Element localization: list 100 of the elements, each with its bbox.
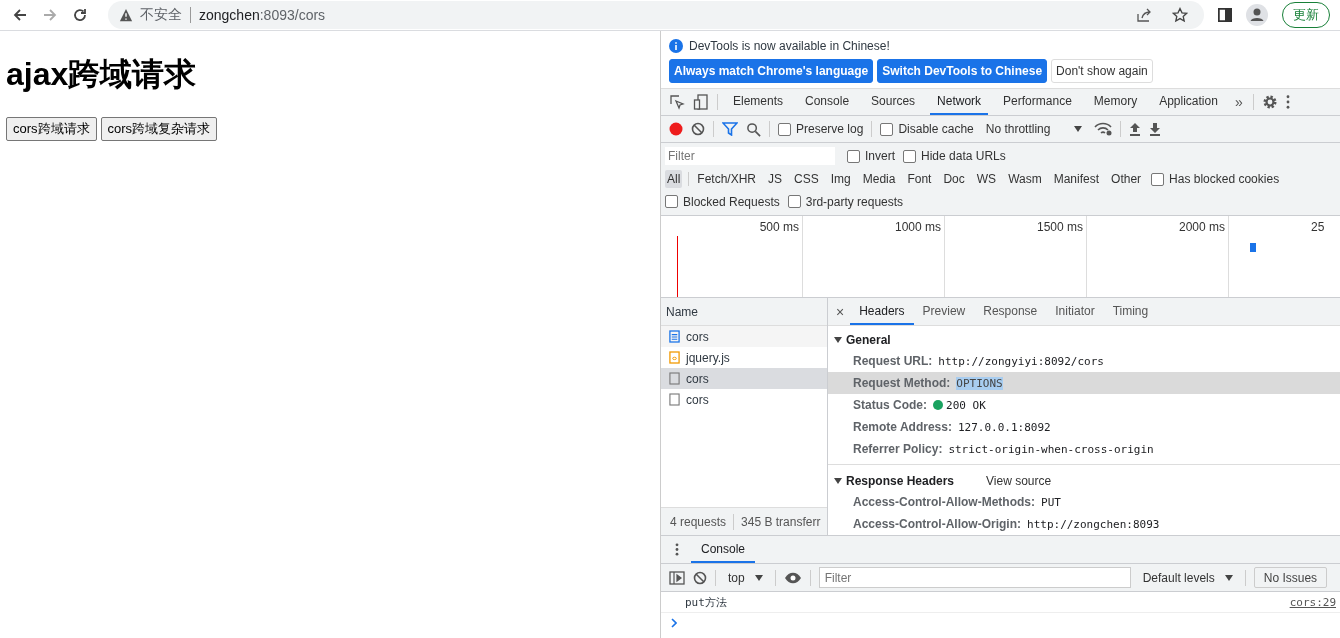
side-panel-icon[interactable] (1218, 8, 1232, 22)
resource-type-filter[interactable]: Wasm (1006, 170, 1044, 188)
header-value: 127.0.0.1:8092 (957, 420, 1051, 434)
panel-tab[interactable]: Memory (1086, 89, 1145, 115)
header-value: PUT (1041, 495, 1061, 509)
upload-icon[interactable] (1129, 122, 1142, 136)
view-source-link[interactable]: View source (986, 474, 1052, 488)
star-icon[interactable] (1172, 7, 1188, 23)
resource-type-filter[interactable]: Doc (941, 170, 967, 188)
detail-tab[interactable]: Preview (913, 298, 975, 325)
update-button[interactable]: 更新 (1282, 2, 1330, 28)
section-title[interactable]: General (846, 333, 891, 347)
time-tick-label: 500 ms (759, 220, 799, 234)
section-title[interactable]: Response Headers (846, 474, 955, 488)
panel-tab[interactable]: Console (798, 89, 857, 115)
info-icon (669, 39, 683, 53)
prompt-chevron-icon (671, 618, 677, 628)
filter-field[interactable]: Filter (665, 147, 835, 166)
context-dropdown[interactable]: top (724, 570, 767, 585)
dropdown-arrow-icon (754, 574, 763, 581)
time-tick-label: 2000 ms (1178, 220, 1225, 234)
transferred-size: 345 B transferr (741, 514, 821, 529)
banner-message: DevTools is now available in Chinese! (689, 39, 890, 53)
clear-icon[interactable] (691, 122, 705, 136)
detail-tab[interactable]: Headers (850, 298, 914, 325)
panel-tab[interactable]: Performance (996, 89, 1079, 115)
resource-type-filter[interactable]: Manifest (1051, 170, 1102, 188)
security-label: 不安全 (140, 6, 182, 24)
record-icon[interactable] (669, 122, 683, 136)
eye-icon[interactable] (783, 571, 802, 584)
request-row[interactable]: cors (661, 326, 827, 347)
more-options-icon[interactable] (1285, 95, 1290, 109)
resource-type-filter[interactable]: Font (905, 170, 934, 188)
resource-type-filter[interactable]: Img (828, 170, 853, 188)
share-icon[interactable] (1136, 7, 1152, 23)
request-row[interactable]: jquery.js (661, 347, 827, 368)
script-file-icon (669, 351, 680, 364)
throttling-dropdown[interactable]: No throttling (981, 122, 1087, 136)
time-tick-label: 1500 ms (1036, 220, 1083, 234)
filter-icon[interactable] (722, 122, 738, 136)
request-button[interactable]: cors跨域复杂请求 (100, 117, 218, 141)
console-filter-field[interactable]: Filter (818, 567, 1131, 588)
page-heading: ajax跨域请求 (6, 55, 198, 94)
resource-type-filter[interactable]: JS (766, 170, 785, 188)
resource-type-filter[interactable]: WS (974, 170, 999, 188)
detail-tab[interactable]: Response (974, 298, 1047, 325)
detail-tab[interactable]: Initiator (1046, 298, 1104, 325)
banner-button[interactable]: Switch DevTools to Chinese (877, 59, 1048, 83)
more-options-icon[interactable] (675, 543, 679, 556)
log-levels-dropdown[interactable]: Default levels (1138, 570, 1237, 585)
header-name: Status Code: (853, 398, 927, 412)
sidebar-toggle-icon[interactable] (669, 570, 685, 585)
reload-icon[interactable] (72, 7, 88, 23)
disclosure-triangle-icon[interactable] (834, 336, 842, 344)
source-link[interactable]: cors:29 (1289, 595, 1336, 609)
address-bar[interactable]: 不安全 zongchen:8093/cors (108, 1, 1204, 29)
banner-button[interactable]: Don't show again (1051, 59, 1153, 83)
panel-tab[interactable]: Sources (864, 89, 923, 115)
third-party-requests-checkbox[interactable]: 3rd-party requests (787, 194, 904, 209)
resource-type-filter[interactable]: Fetch/XHR (695, 170, 759, 188)
header-value: http://zongyiyi:8092/cors (938, 354, 1104, 368)
settings-icon[interactable] (1261, 94, 1278, 110)
panel-tab[interactable]: Application (1152, 89, 1225, 115)
blocked-requests-checkbox[interactable]: Blocked Requests (665, 194, 780, 209)
inspect-icon[interactable] (669, 94, 685, 110)
request-bar (1250, 243, 1256, 252)
column-header[interactable]: Name (661, 298, 827, 326)
disable-cache-checkbox[interactable]: Disable cache (880, 122, 974, 136)
profile-icon[interactable] (1246, 4, 1268, 26)
close-button[interactable]: × (834, 303, 851, 320)
resource-type-filter[interactable]: Media (860, 170, 898, 188)
has-blocked-cookies-checkbox[interactable]: Has blocked cookies (1151, 172, 1280, 186)
hide-data-urls-checkbox[interactable]: Hide data URLs (903, 149, 1006, 164)
invert-checkbox[interactable]: Invert (847, 149, 895, 164)
time-tick-label: 1000 ms (894, 220, 941, 234)
request-name: cors (686, 329, 709, 344)
preserve-log-checkbox[interactable]: Preserve log (778, 122, 864, 136)
file-icon (669, 393, 680, 406)
search-icon[interactable] (746, 121, 761, 137)
issues-button[interactable]: No Issues (1253, 567, 1328, 588)
disclosure-triangle-icon[interactable] (834, 477, 842, 485)
request-row[interactable]: cors (661, 389, 827, 410)
clear-icon[interactable] (693, 570, 707, 585)
warning-icon (118, 8, 134, 22)
network-conditions-icon[interactable] (1094, 122, 1113, 136)
request-row[interactable]: cors (661, 368, 827, 389)
more-tabs-button[interactable]: » (1232, 94, 1245, 110)
header-value: http://zongchen:8093 (1027, 517, 1160, 531)
download-icon[interactable] (1149, 122, 1162, 136)
header-name: Access-Control-Allow-Origin: (853, 517, 1021, 531)
resource-type-filter[interactable]: Other (1109, 170, 1144, 188)
request-button[interactable]: cors跨域请求 (6, 117, 97, 141)
back-icon[interactable] (12, 7, 28, 23)
resource-type-filter[interactable]: All (665, 170, 683, 188)
device-toolbar-icon[interactable] (693, 94, 709, 110)
header-name: Request Method: (853, 376, 951, 390)
banner-button[interactable]: Always match Chrome's language (669, 59, 874, 83)
detail-tab[interactable]: Timing (1103, 298, 1158, 325)
resource-type-filter[interactable]: CSS (792, 170, 821, 188)
panel-tab[interactable]: Elements (726, 89, 791, 115)
